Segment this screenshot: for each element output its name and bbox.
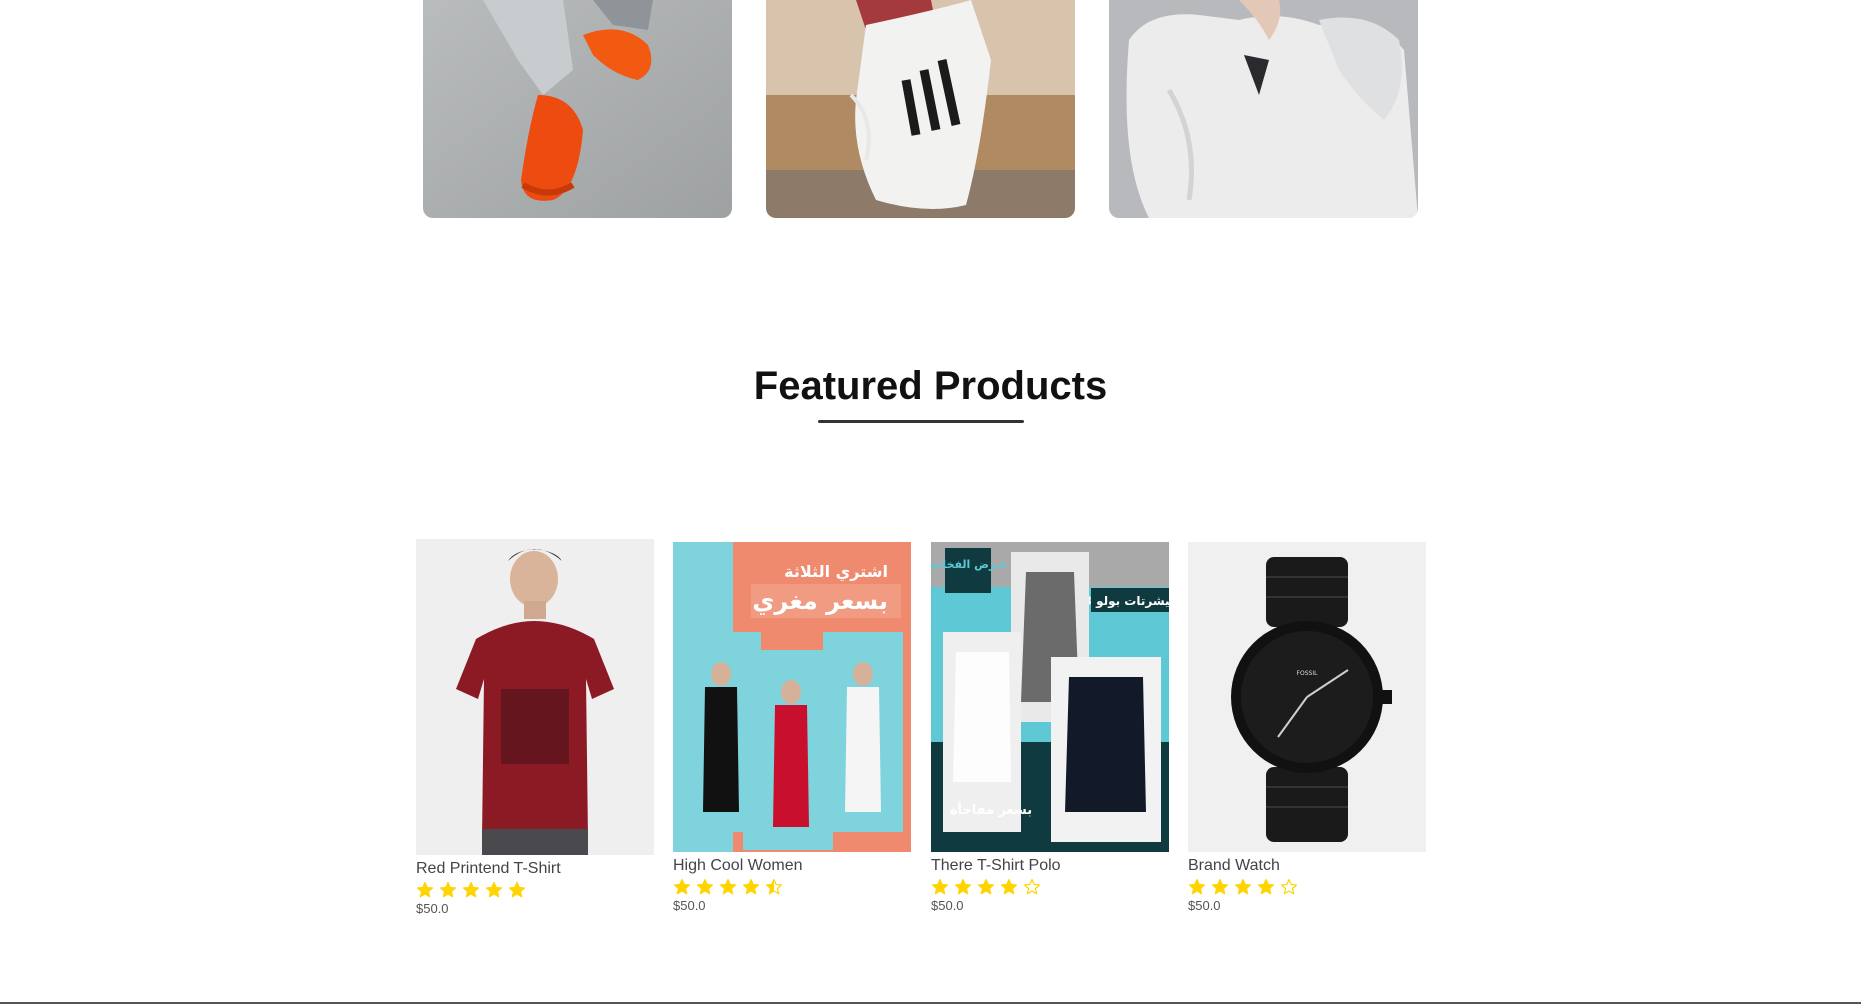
women-tops-promo-image: اشتري الثلاثة بسعر مغري bbox=[673, 542, 911, 852]
product-name[interactable]: There T-Shirt Polo bbox=[931, 856, 1169, 875]
category-card-sneakers[interactable] bbox=[423, 0, 732, 218]
star-full-icon bbox=[1000, 878, 1018, 895]
star-full-icon bbox=[1257, 878, 1275, 895]
product-image[interactable]: FOSSIL bbox=[1188, 542, 1426, 852]
star-full-icon bbox=[954, 878, 972, 895]
white-striped-sneaker-image bbox=[766, 0, 1075, 218]
promo-bottom-text: بسعر مفاجأة bbox=[950, 801, 1032, 818]
product-rating bbox=[673, 878, 911, 896]
product-image[interactable]: عـرض الفخامة 3 تيشرتات بولو بسعر مفاجأة bbox=[931, 542, 1169, 852]
star-full-icon bbox=[1188, 878, 1206, 895]
product-image[interactable]: اشتري الثلاثة بسعر مغري bbox=[673, 542, 911, 852]
product-name[interactable]: Brand Watch bbox=[1188, 856, 1426, 875]
product-price: $50.0 bbox=[1188, 898, 1221, 913]
star-full-icon bbox=[462, 881, 480, 898]
white-hoodie-image bbox=[1109, 0, 1418, 218]
page: Featured Products Red Printend T-Shirt $… bbox=[0, 0, 1861, 1004]
black-watch-image: FOSSIL bbox=[1188, 542, 1426, 852]
star-half-icon bbox=[765, 878, 783, 895]
title-underline bbox=[818, 420, 1024, 423]
red-tshirt-image bbox=[416, 539, 654, 855]
product-name[interactable]: High Cool Women bbox=[673, 856, 911, 875]
category-card-sneaker-closeup[interactable] bbox=[766, 0, 1075, 218]
star-full-icon bbox=[742, 878, 760, 895]
category-row bbox=[423, 0, 1418, 218]
product-card[interactable]: FOSSIL Brand Watch $50.0 bbox=[1188, 542, 1426, 913]
star-full-icon bbox=[673, 878, 691, 895]
promo-badge-text: عـرض الفخامة bbox=[931, 558, 1007, 571]
star-full-icon bbox=[1234, 878, 1252, 895]
star-full-icon bbox=[439, 881, 457, 898]
star-full-icon bbox=[696, 878, 714, 895]
star-full-icon bbox=[719, 878, 737, 895]
star-empty-icon bbox=[1280, 878, 1298, 895]
product-card[interactable]: اشتري الثلاثة بسعر مغري High Cool Women … bbox=[673, 542, 911, 913]
watch-brand-text: FOSSIL bbox=[1297, 670, 1319, 677]
star-full-icon bbox=[977, 878, 995, 895]
product-rating bbox=[1188, 878, 1426, 896]
product-price: $50.0 bbox=[416, 901, 449, 916]
polo-shirts-promo-image: عـرض الفخامة 3 تيشرتات بولو بسعر مفاجأة bbox=[931, 542, 1169, 852]
product-rating bbox=[416, 881, 654, 899]
star-full-icon bbox=[1211, 878, 1229, 895]
promo-tag-text: 3 تيشرتات بولو bbox=[1084, 594, 1169, 609]
product-name[interactable]: Red Printend T-Shirt bbox=[416, 859, 654, 878]
product-price: $50.0 bbox=[931, 898, 964, 913]
product-image[interactable] bbox=[416, 539, 654, 855]
promo-text-main: بسعر مغري bbox=[752, 587, 888, 615]
star-empty-icon bbox=[1023, 878, 1041, 895]
orange-sneakers-image bbox=[423, 0, 732, 218]
star-full-icon bbox=[416, 881, 434, 898]
featured-products-title: Featured Products bbox=[753, 364, 1108, 408]
star-full-icon bbox=[485, 881, 503, 898]
star-full-icon bbox=[931, 878, 949, 895]
product-card[interactable]: عـرض الفخامة 3 تيشرتات بولو بسعر مفاجأة … bbox=[931, 542, 1169, 913]
star-full-icon bbox=[508, 881, 526, 898]
product-rating bbox=[931, 878, 1169, 896]
product-price: $50.0 bbox=[673, 898, 706, 913]
category-card-hoodie[interactable] bbox=[1109, 0, 1418, 218]
promo-text-top: اشتري الثلاثة bbox=[784, 562, 888, 582]
product-card[interactable]: Red Printend T-Shirt $50.0 bbox=[416, 539, 654, 916]
